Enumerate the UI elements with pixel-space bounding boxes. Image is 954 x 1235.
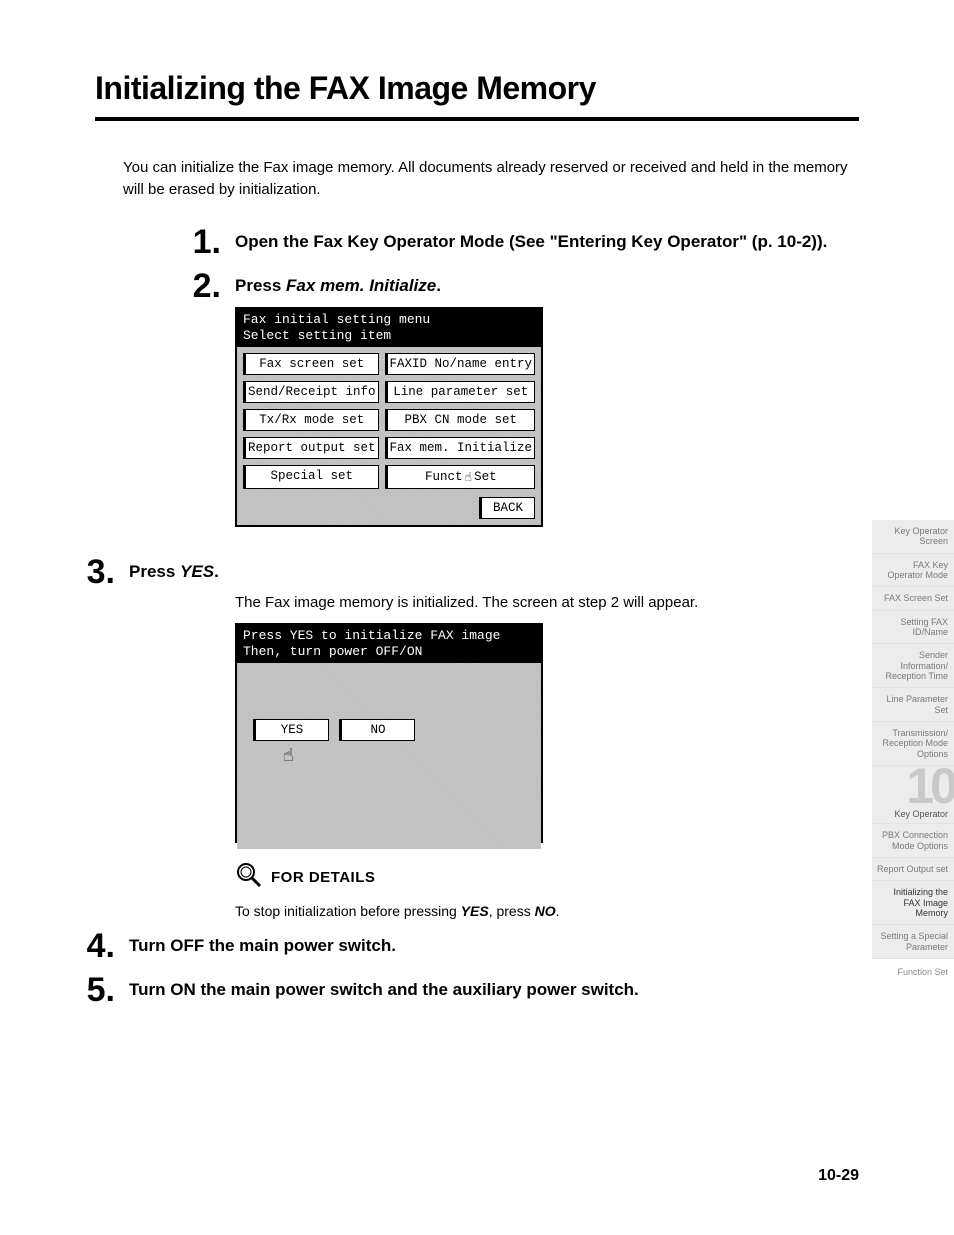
- step-number: 3.: [59, 555, 115, 589]
- lcd-button[interactable]: Send/Receipt info: [243, 381, 379, 403]
- sidebar-tab[interactable]: FAX Key Operator Mode: [872, 554, 954, 588]
- step-heading: Press YES.: [129, 561, 859, 584]
- page-number: 10-29: [818, 1167, 859, 1185]
- finger-icon: ☝: [465, 469, 473, 485]
- step-heading-suffix: .: [436, 276, 441, 295]
- sidebar-tabs: Key Operator Screen FAX Key Operator Mod…: [872, 520, 954, 985]
- sidebar-tab[interactable]: PBX Connection Mode Options: [872, 824, 954, 858]
- lcd-button[interactable]: Fax screen set: [243, 353, 379, 375]
- finger-icon: ☝: [283, 745, 535, 767]
- lcd-func-label2: Set: [474, 470, 497, 484]
- step-heading-text: Press: [235, 276, 286, 295]
- step-number: 4.: [59, 929, 115, 963]
- step-5: 5. Turn ON the main power switch and the…: [59, 973, 859, 1007]
- details-text: To stop initialization before pressing Y…: [235, 903, 859, 919]
- lcd-button[interactable]: Line parameter set: [385, 381, 536, 403]
- lcd-screen-1: Fax initial setting menu Select setting …: [235, 307, 543, 526]
- step-heading: Press Fax mem. Initialize.: [235, 275, 859, 298]
- step-1: 1. Open the Fax Key Operator Mode (See "…: [165, 225, 859, 259]
- sidebar-tab[interactable]: Setting FAX ID/Name: [872, 611, 954, 645]
- step-heading-text: Turn ON the main power switch and the au…: [129, 980, 639, 999]
- lcd-button[interactable]: Report output set: [243, 437, 379, 459]
- magnifier-icon: [235, 861, 263, 893]
- lcd-header: Press YES to initialize FAX image Then, …: [237, 625, 541, 662]
- details-label: FOR DETAILS: [271, 869, 375, 886]
- step-number: 2.: [165, 269, 221, 303]
- lcd-screen-2: Press YES to initialize FAX image Then, …: [235, 623, 543, 843]
- step-number: 1.: [165, 225, 221, 259]
- lcd-button[interactable]: FAXID No/name entry: [385, 353, 536, 375]
- details-text-em2: NO: [535, 903, 556, 919]
- step-heading: Open the Fax Key Operator Mode (See "Ent…: [235, 231, 859, 254]
- title-rule: [95, 117, 859, 121]
- lcd-button[interactable]: Special set: [243, 465, 379, 489]
- sidebar-chapter-tab[interactable]: 10 Key Operator: [872, 766, 954, 824]
- lcd-button[interactable]: Fax mem. Initialize: [385, 437, 536, 459]
- details-text-em: YES: [461, 903, 489, 919]
- step-2: 2. Press Fax mem. Initialize. Fax initia…: [165, 269, 859, 545]
- lcd-button[interactable]: PBX CN mode set: [385, 409, 536, 431]
- sidebar-tab[interactable]: Line Parameter Set: [872, 688, 954, 722]
- step-heading: Turn OFF the main power switch.: [129, 935, 859, 958]
- sidebar-tab[interactable]: Function Set: [872, 959, 954, 985]
- details-heading: FOR DETAILS: [235, 861, 859, 893]
- step-number: 5.: [59, 973, 115, 1007]
- page-title: Initializing the FAX Image Memory: [95, 70, 859, 107]
- sidebar-tab[interactable]: Report Output set: [872, 858, 954, 881]
- step-heading-suffix: .: [214, 562, 219, 581]
- step-heading-text: Turn OFF the main power switch.: [129, 936, 396, 955]
- step-heading-em: Fax mem. Initialize: [286, 276, 436, 295]
- sidebar-tab[interactable]: Sender Information/ Reception Time: [872, 644, 954, 688]
- details-text-b: , press: [489, 903, 535, 919]
- lcd-back-button[interactable]: BACK: [479, 497, 535, 519]
- step-list: 1. Open the Fax Key Operator Mode (See "…: [95, 225, 859, 1008]
- chapter-label: Key Operator: [894, 809, 948, 819]
- sidebar-tab[interactable]: Key Operator Screen: [872, 520, 954, 554]
- step-heading-text: Open the Fax Key Operator Mode (See "Ent…: [235, 232, 827, 251]
- step-3: 3. Press YES. The Fax image memory is in…: [59, 555, 859, 920]
- sidebar-tab[interactable]: Transmission/ Reception Mode Options: [872, 722, 954, 766]
- step-text: The Fax image memory is initialized. The…: [235, 592, 859, 614]
- details-text-a: To stop initialization before pressing: [235, 903, 461, 919]
- lcd-yes-button[interactable]: YES: [253, 719, 329, 741]
- sidebar-tab[interactable]: FAX Screen Set: [872, 587, 954, 610]
- step-heading-em: YES: [180, 562, 214, 581]
- sidebar-tab[interactable]: Setting a Special Parameter: [872, 925, 954, 959]
- step-4: 4. Turn OFF the main power switch.: [59, 929, 859, 963]
- lcd-header: Fax initial setting menu Select setting …: [237, 309, 541, 346]
- step-heading: Turn ON the main power switch and the au…: [129, 979, 859, 1002]
- details-text-c: .: [556, 903, 560, 919]
- lcd-func-label: Funct: [425, 470, 463, 484]
- lcd-button[interactable]: Tx/Rx mode set: [243, 409, 379, 431]
- lcd-button-func[interactable]: Funct☝Set: [385, 465, 536, 489]
- step-heading-text: Press: [129, 562, 180, 581]
- intro-text: You can initialize the Fax image memory.…: [123, 157, 859, 201]
- lcd-no-button[interactable]: NO: [339, 719, 415, 741]
- sidebar-tab-current[interactable]: Initializing the FAX Image Memory: [872, 881, 954, 925]
